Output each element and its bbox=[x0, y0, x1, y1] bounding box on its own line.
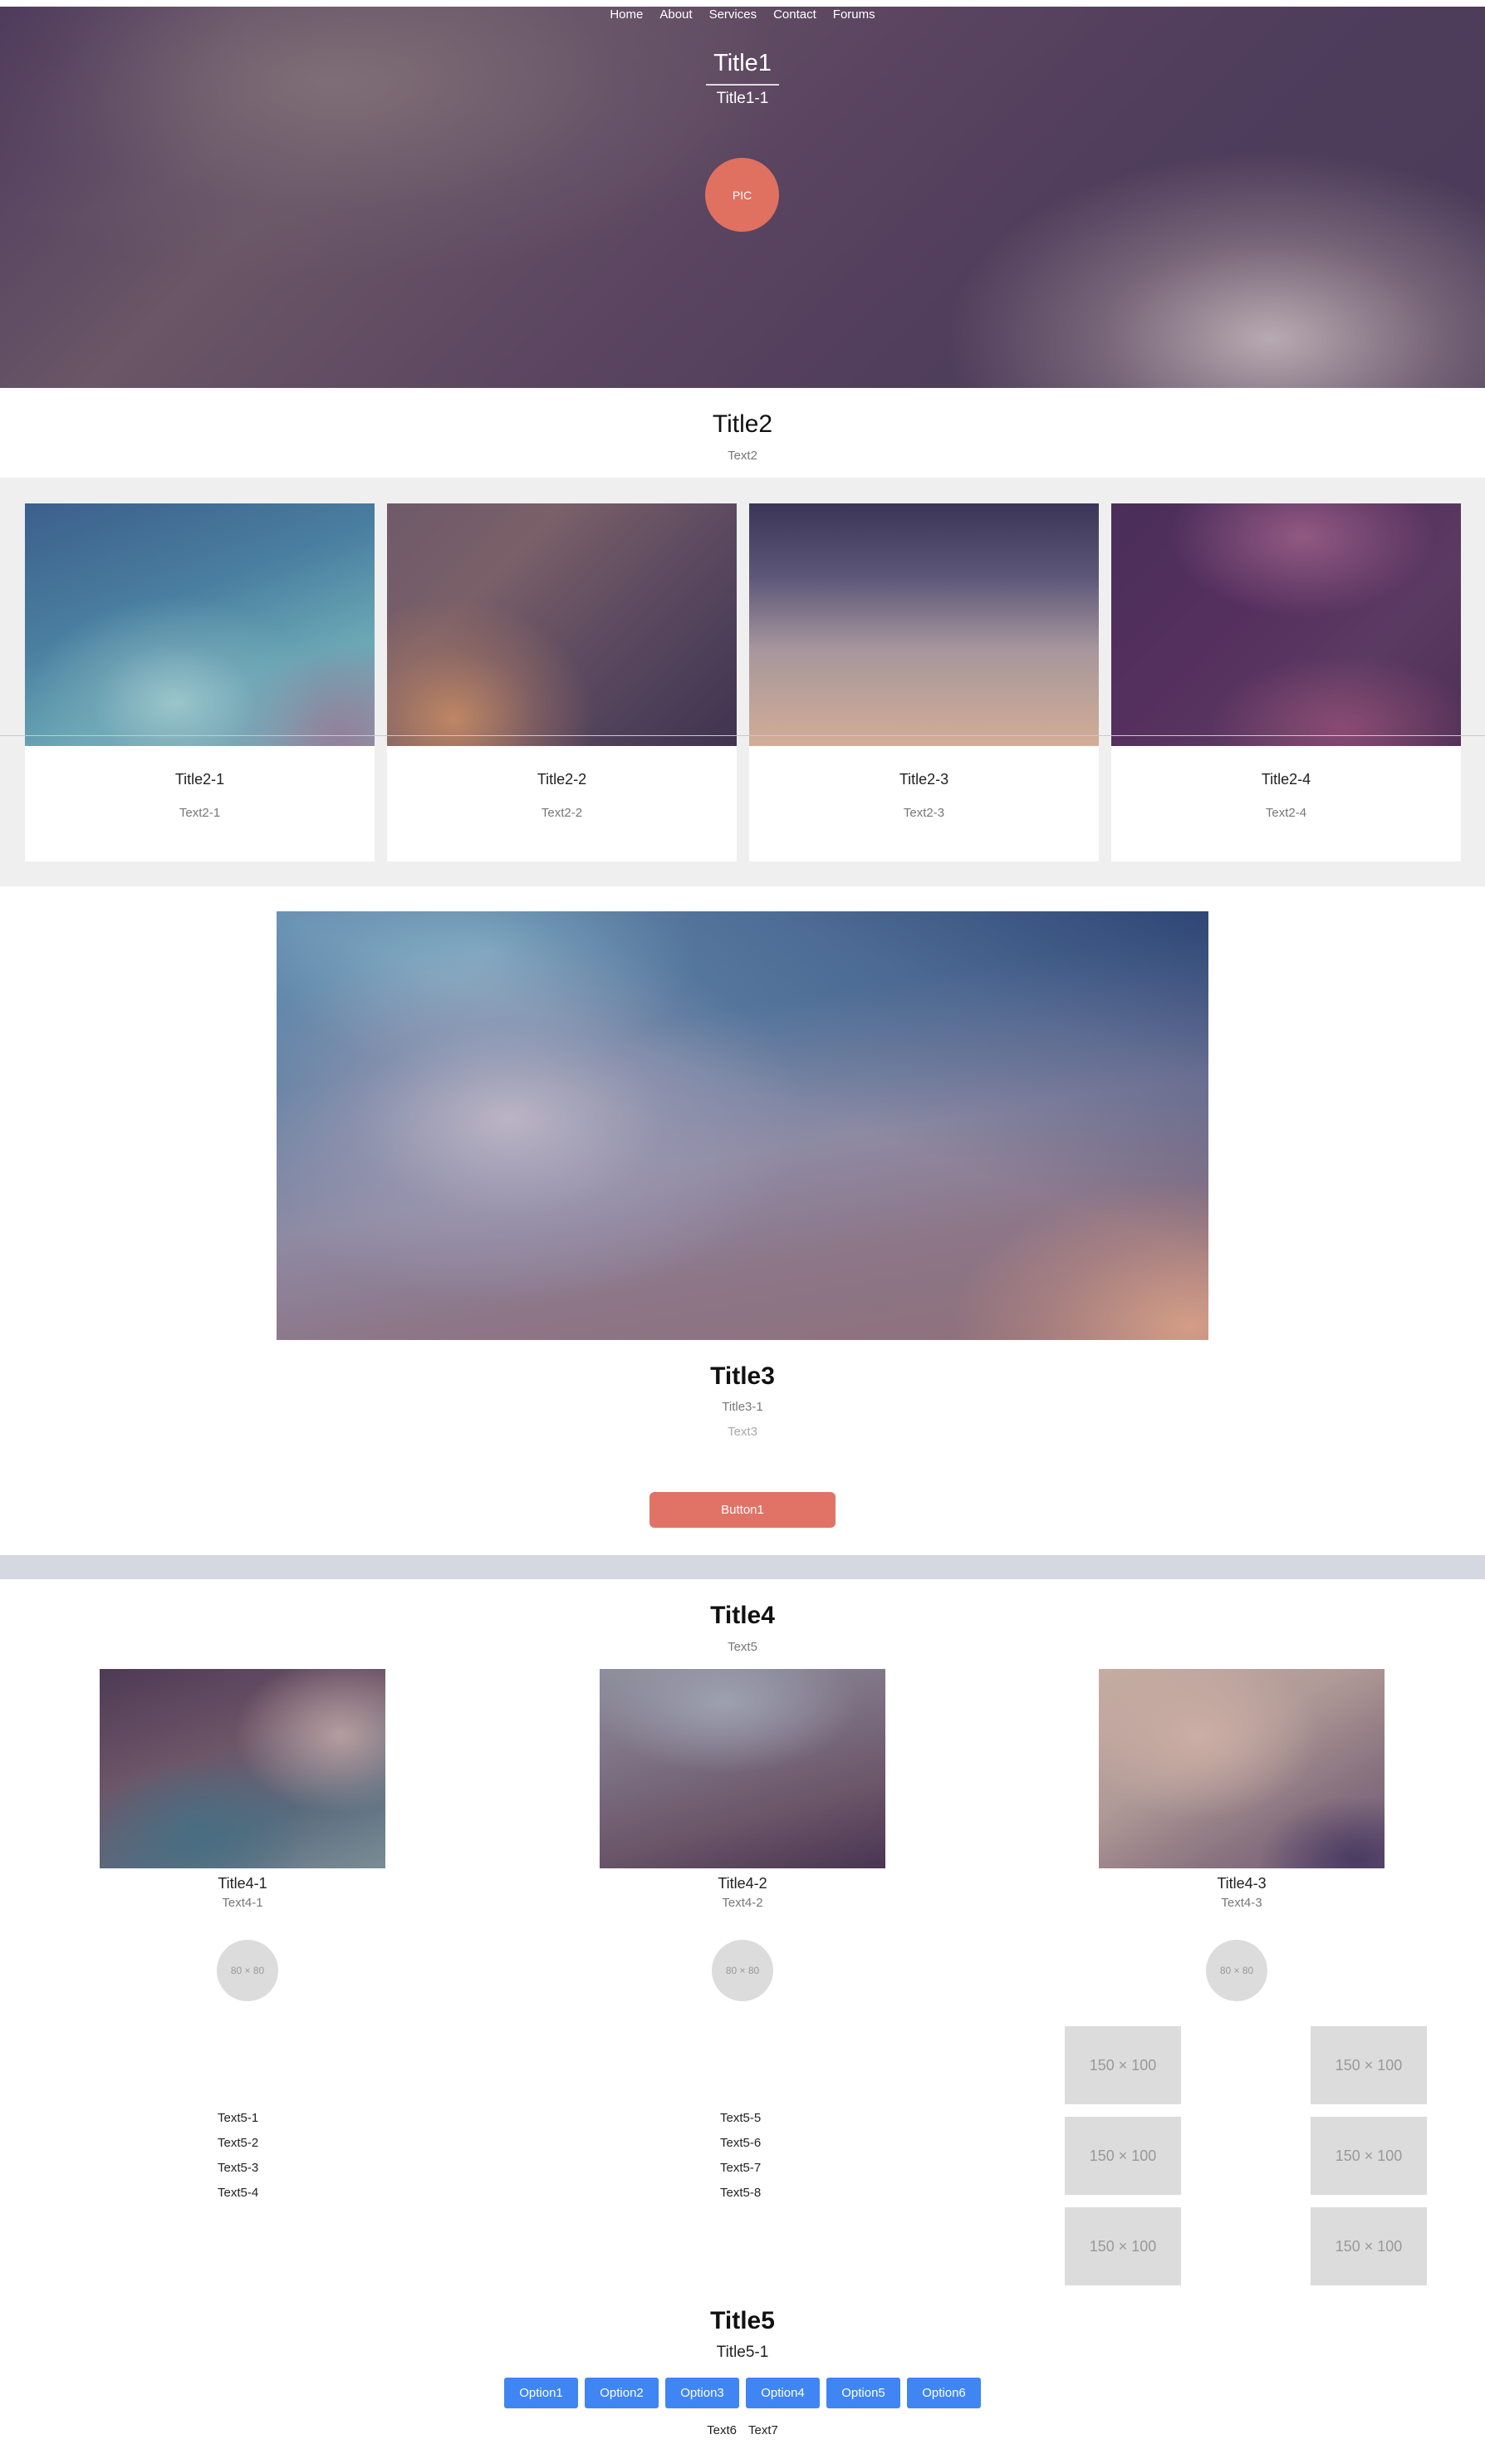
option3-button[interactable]: Option3 bbox=[665, 2378, 739, 2408]
column-text: Text4-3 bbox=[1221, 1896, 1262, 1910]
card-4[interactable]: Title2-4 Text2-4 bbox=[1111, 503, 1461, 861]
list-item[interactable]: Text5-2 bbox=[218, 2134, 258, 2159]
feature-column-1: Title4-1 Text4-1 bbox=[100, 1669, 385, 1910]
footer-links: Text6 Text7 bbox=[0, 2423, 1485, 2437]
section5-subtitle: Title5-1 bbox=[716, 2344, 769, 2361]
card-image bbox=[1111, 503, 1461, 746]
feature-column-2: Title4-2 Text4-2 bbox=[600, 1669, 885, 1910]
thumbnail-placeholder: 150 × 100 bbox=[1311, 2117, 1427, 2195]
section3-title: Title3 bbox=[710, 1362, 775, 1390]
list-item[interactable]: Text5-6 bbox=[720, 2134, 761, 2159]
option5-button[interactable]: Option5 bbox=[826, 2378, 900, 2408]
thumbnail-placeholder: 150 × 100 bbox=[1311, 2026, 1427, 2104]
footer-link-text7[interactable]: Text7 bbox=[748, 2423, 778, 2437]
list-item[interactable]: Text5-1 bbox=[218, 2109, 258, 2134]
hero-title: Title1 bbox=[713, 50, 772, 76]
option2-button[interactable]: Option2 bbox=[585, 2378, 659, 2408]
nav-services[interactable]: Services bbox=[709, 7, 757, 27]
card-title: Title2-4 bbox=[1261, 771, 1311, 788]
card-title: Title2-3 bbox=[899, 771, 949, 788]
nav-contact[interactable]: Contact bbox=[773, 7, 816, 27]
thumbnail-placeholder: 150 × 100 bbox=[1311, 2207, 1427, 2285]
avatar-placeholder: 80 × 80 bbox=[712, 1940, 773, 2001]
card-text: Text2-2 bbox=[541, 806, 583, 820]
list-item[interactable]: Text5-8 bbox=[720, 2184, 761, 2209]
section2-title: Title2 bbox=[712, 410, 773, 438]
card-title: Title2-1 bbox=[174, 771, 225, 788]
section3-subtitle: Title3-1 bbox=[722, 1400, 763, 1414]
top-nav: Home About Services Contact Forums bbox=[0, 7, 1485, 27]
feature-image bbox=[277, 911, 1208, 1340]
option-button-group: Option1 Option2 Option3 Option4 Option5 … bbox=[0, 2378, 1485, 2408]
list-item[interactable]: Text5-5 bbox=[720, 2109, 761, 2134]
card-text: Text2-3 bbox=[903, 806, 945, 820]
section3-text: Text3 bbox=[728, 1425, 757, 1439]
horizontal-rule bbox=[0, 735, 1485, 736]
list-item[interactable]: Text5-7 bbox=[720, 2159, 761, 2184]
list-item[interactable]: Text5-3 bbox=[218, 2159, 258, 2184]
nav-forums[interactable]: Forums bbox=[833, 7, 875, 27]
avatar-placeholder: 80 × 80 bbox=[1206, 1940, 1267, 2001]
card-2[interactable]: Title2-2 Text2-2 bbox=[387, 503, 737, 861]
card-title: Title2-2 bbox=[537, 771, 587, 788]
section-divider bbox=[0, 1555, 1485, 1579]
column-image bbox=[600, 1669, 885, 1868]
avatar-placeholder: 80 × 80 bbox=[217, 1940, 278, 2001]
hero-banner: Home About Services Contact Forums Title… bbox=[0, 7, 1485, 388]
hero-subtitle: Title1-1 bbox=[716, 90, 769, 107]
column-title: Title4-1 bbox=[218, 1875, 267, 1892]
footer-link-text6[interactable]: Text6 bbox=[707, 2423, 737, 2437]
button1[interactable]: Button1 bbox=[649, 1492, 836, 1528]
section4-title: Title4 bbox=[710, 1602, 775, 1629]
card-text: Text2-4 bbox=[1265, 806, 1307, 820]
column-image bbox=[100, 1669, 385, 1868]
feature-column-3: Title4-3 Text4-3 bbox=[1099, 1669, 1385, 1910]
list-item[interactable]: Text5-4 bbox=[218, 2184, 258, 2209]
column-title: Title4-2 bbox=[718, 1875, 767, 1892]
option6-button[interactable]: Option6 bbox=[907, 2378, 981, 2408]
section4-text: Text5 bbox=[728, 1640, 757, 1654]
card-text: Text2-1 bbox=[179, 806, 221, 820]
option1-button[interactable]: Option1 bbox=[504, 2378, 578, 2408]
column-text: Text4-2 bbox=[722, 1896, 763, 1910]
section5-title: Title5 bbox=[710, 2307, 775, 2334]
column-image bbox=[1099, 1669, 1385, 1868]
top-strip bbox=[0, 0, 1485, 7]
link-list-left: Text5-1 Text5-2 Text5-3 Text5-4 bbox=[218, 2109, 258, 2209]
hero-divider bbox=[706, 84, 779, 86]
card-3[interactable]: Title2-3 Text2-3 bbox=[749, 503, 1099, 861]
profile-pic[interactable]: PIC bbox=[705, 158, 779, 232]
section2-text: Text2 bbox=[728, 449, 757, 463]
card-image bbox=[387, 503, 737, 746]
option4-button[interactable]: Option4 bbox=[746, 2378, 820, 2408]
thumbnail-placeholder: 150 × 100 bbox=[1065, 2207, 1181, 2285]
nav-about[interactable]: About bbox=[659, 7, 692, 27]
link-list-right: Text5-5 Text5-6 Text5-7 Text5-8 bbox=[720, 2109, 761, 2209]
column-title: Title4-3 bbox=[1217, 1875, 1267, 1892]
thumbnail-placeholder: 150 × 100 bbox=[1065, 2026, 1181, 2104]
nav-home[interactable]: Home bbox=[610, 7, 643, 27]
card-image bbox=[749, 503, 1099, 746]
thumbnail-placeholder: 150 × 100 bbox=[1065, 2117, 1181, 2195]
card-image bbox=[25, 503, 375, 746]
card-1[interactable]: Title2-1 Text2-1 bbox=[25, 503, 375, 861]
column-text: Text4-1 bbox=[222, 1896, 263, 1910]
